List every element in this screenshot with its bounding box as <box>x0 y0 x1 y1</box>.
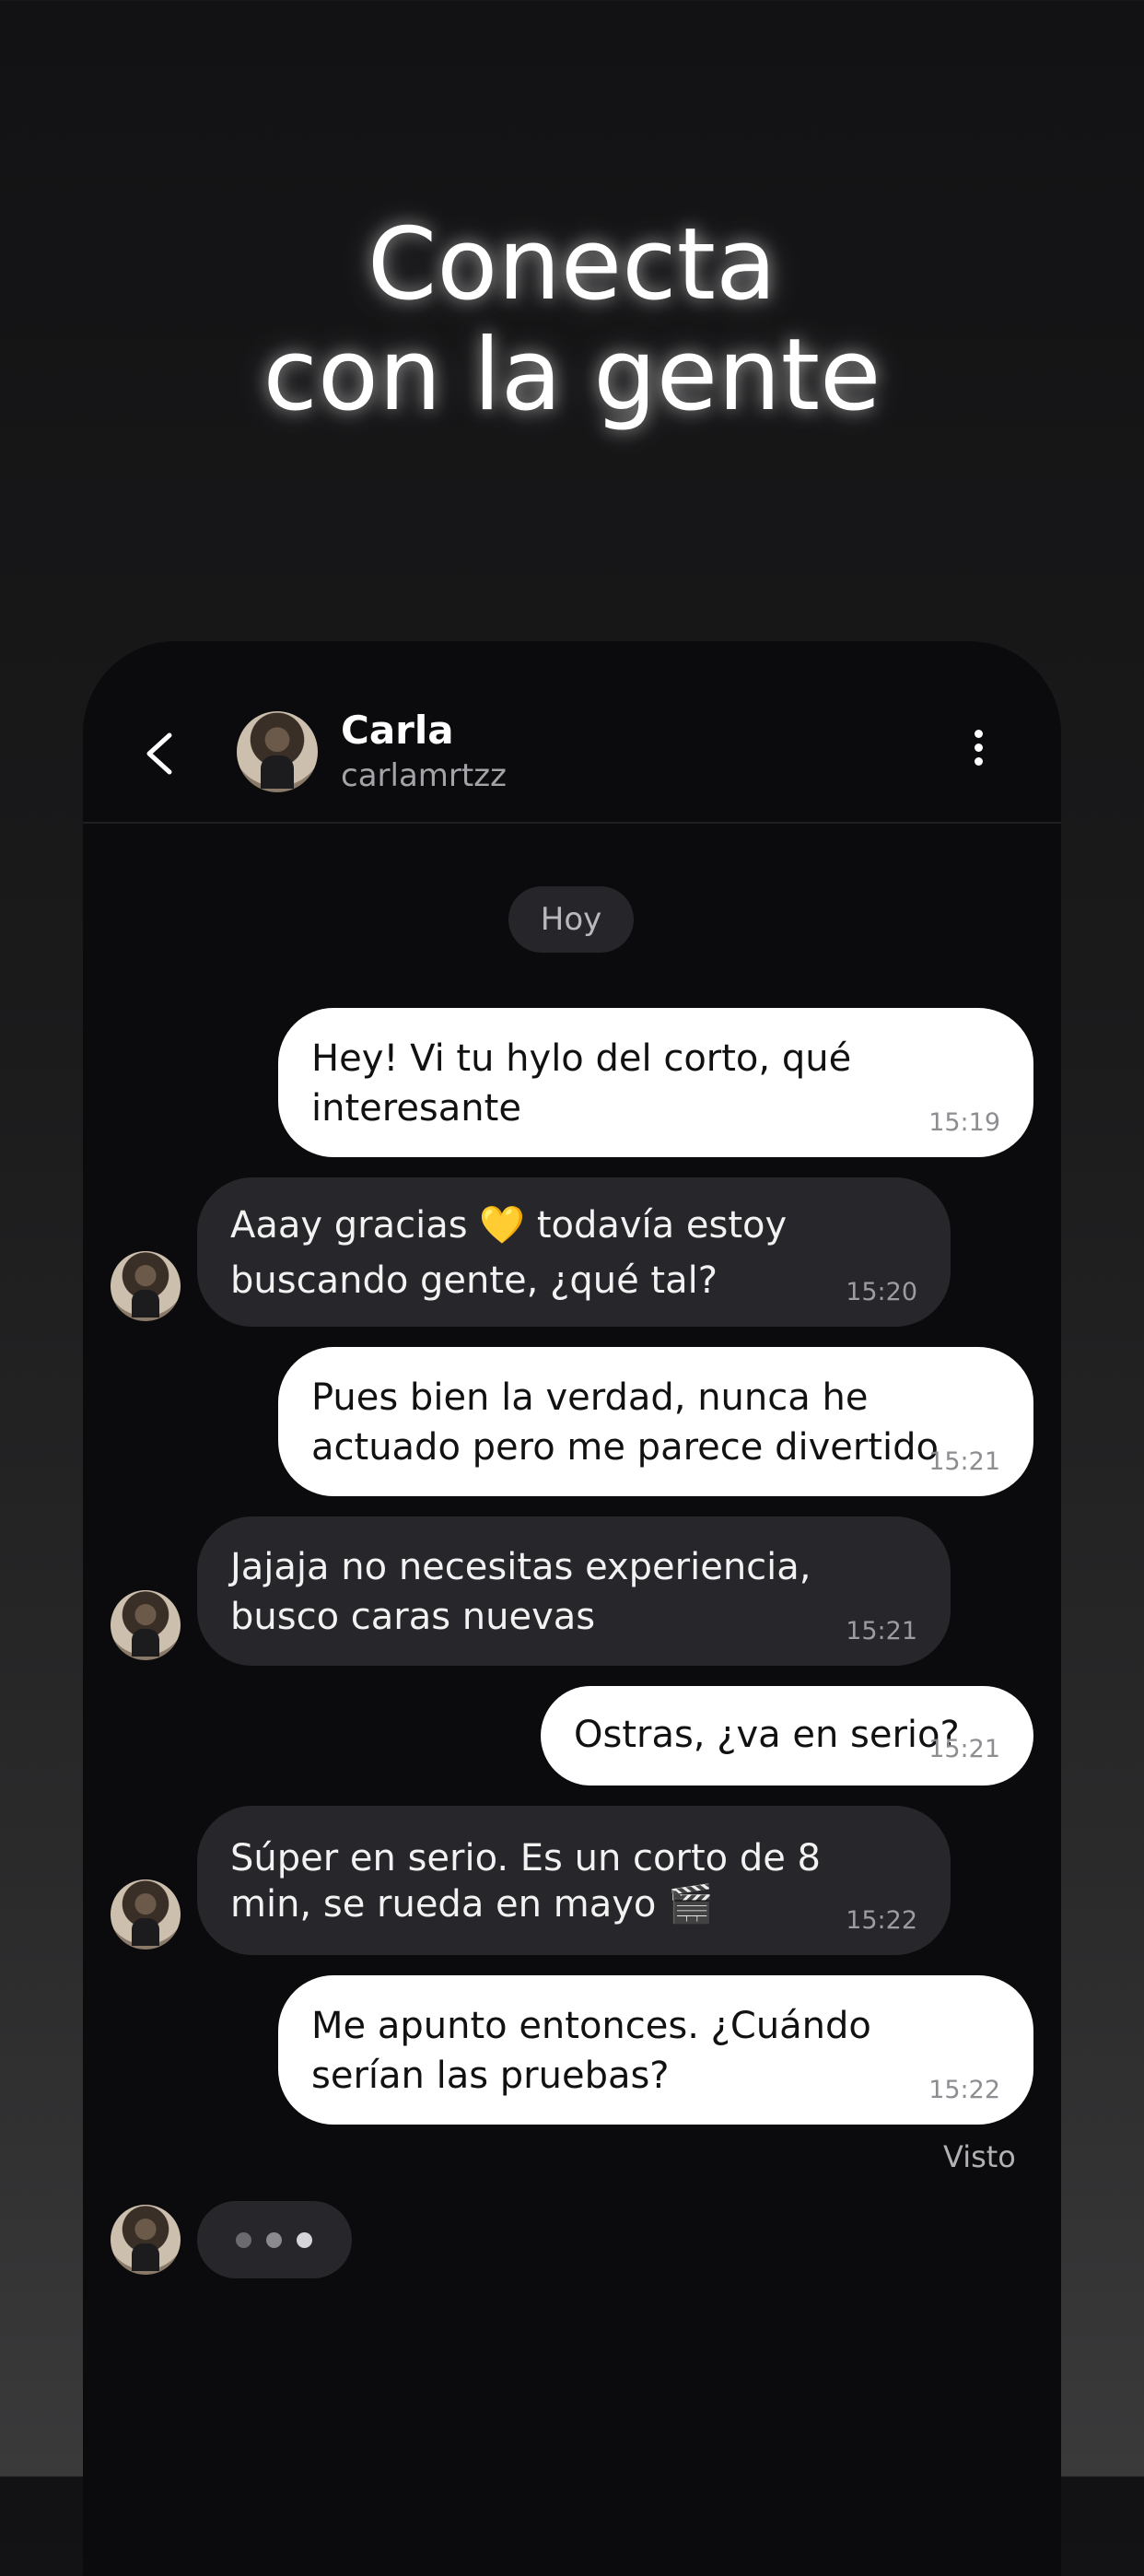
message-text: Súper en serio. Es un corto de 8 min, se… <box>230 1837 821 1926</box>
message-text: Hey! Vi tu hylo del corto, qué interesan… <box>311 1037 852 1130</box>
headline-line-2: con la gente <box>263 318 881 433</box>
avatar[interactable] <box>111 1879 181 1950</box>
message-text: Pues bien la verdad, nunca he actuado pe… <box>311 1376 939 1469</box>
message-text: Jajaja no necesitas experiencia, busco c… <box>230 1546 811 1638</box>
seen-status: Visto <box>943 2139 1016 2174</box>
chevron-left-icon <box>146 732 172 775</box>
message-time: 15:19 <box>928 1108 1000 1137</box>
date-separator: Hoy <box>508 886 634 953</box>
chat-header: Carla carlamrtzz <box>83 641 1061 824</box>
avatar[interactable] <box>111 1251 181 1321</box>
chat-screen: Carla carlamrtzz Hoy Hey! Vi tu hylo del… <box>83 641 1061 2576</box>
typing-dot-icon <box>266 2232 282 2248</box>
headline-line-1: Conecta <box>367 207 777 322</box>
message-bubble-outgoing[interactable]: Ostras, ¿va en serio? 15:21 <box>541 1686 1033 1786</box>
typing-dot-icon <box>297 2232 312 2248</box>
message-bubble-outgoing[interactable]: Me apunto entonces. ¿Cuándo serían las p… <box>278 1975 1033 2125</box>
message-time: 15:21 <box>846 1617 917 1645</box>
message-bubble-outgoing[interactable]: Hey! Vi tu hylo del corto, qué interesan… <box>278 1008 1033 1157</box>
avatar[interactable] <box>237 711 318 792</box>
typing-dot-icon <box>236 2232 251 2248</box>
headline: Conecta con la gente <box>0 210 1144 431</box>
message-time: 15:20 <box>846 1278 917 1306</box>
avatar[interactable] <box>111 1590 181 1660</box>
message-bubble-incoming[interactable]: Súper en serio. Es un corto de 8 min, se… <box>197 1806 951 1955</box>
typing-indicator <box>197 2201 352 2278</box>
more-vertical-icon[interactable] <box>967 726 989 781</box>
message-time: 15:21 <box>928 1735 1000 1763</box>
contact-name[interactable]: Carla <box>341 708 454 753</box>
contact-handle: carlamrtzz <box>341 757 507 794</box>
message-time: 15:21 <box>928 1447 1000 1476</box>
message-bubble-incoming[interactable]: Aaay gracias 💛 todavía estoy buscando ge… <box>197 1177 951 1327</box>
message-bubble-incoming[interactable]: Jajaja no necesitas experiencia, busco c… <box>197 1516 951 1666</box>
message-time: 15:22 <box>846 1906 917 1935</box>
back-button[interactable] <box>134 726 190 781</box>
message-text: Ostras, ¿va en serio? <box>574 1714 960 1756</box>
message-bubble-outgoing[interactable]: Pues bien la verdad, nunca he actuado pe… <box>278 1347 1033 1496</box>
avatar[interactable] <box>111 2205 181 2275</box>
message-time: 15:22 <box>928 2076 1000 2104</box>
message-text: Me apunto entonces. ¿Cuándo serían las p… <box>311 2005 871 2097</box>
message-text: Aaay gracias 💛 todavía estoy buscando ge… <box>230 1204 788 1302</box>
